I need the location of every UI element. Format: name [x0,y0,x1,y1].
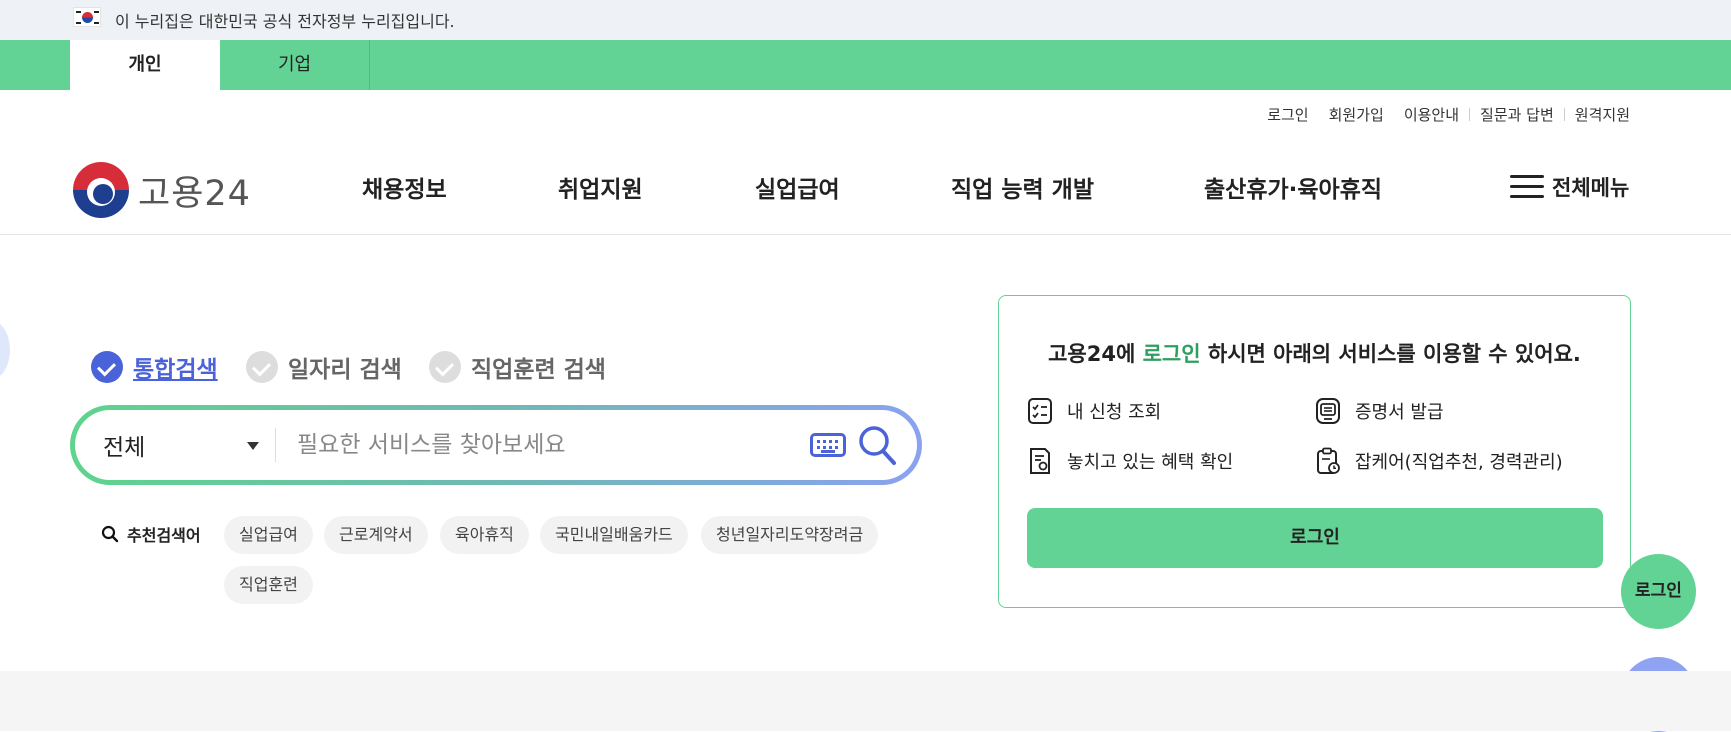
keyword-chip[interactable]: 청년일자리도약장려금 [701,516,879,554]
gnb-parental-leave[interactable]: 출산휴가·육아휴직 [1204,170,1382,204]
tab-integrated-search[interactable]: 통합검색 [91,350,218,384]
search-category-select[interactable]: 전체 [103,428,145,462]
caret-down-icon[interactable] [247,442,259,450]
header-divider [0,234,1731,235]
guide-link[interactable]: 이용안내 [1404,104,1459,125]
service-certificate[interactable]: 증명서 발급 [1315,397,1444,425]
document-search-icon [1030,448,1050,474]
login-panel-title: 고용24에 로그인 하시면 아래의 서비스를 이용할 수 있어요. [1048,342,1581,366]
divider [1563,108,1565,121]
gnb-jobs[interactable]: 채용정보 [362,170,447,204]
korea-flag-icon [73,7,101,27]
keyword-chip[interactable]: 실업급여 [224,516,313,554]
certificate-icon [1316,398,1340,424]
clipboard-clock-icon [1317,447,1340,474]
remote-support-link[interactable]: 원격지원 [1575,104,1630,125]
decorative-shape [0,320,10,380]
divider [275,428,276,462]
site-logo-text[interactable]: 고용24 [138,165,251,216]
gov-banner: 이 누리집은 대한민국 공식 전자정부 누리집입니다. [0,0,1731,40]
user-type-tabs: 개인 기업 [0,40,1731,90]
keyword-chip[interactable]: 근로계약서 [324,516,428,554]
divider [1469,108,1471,121]
search-icon[interactable] [857,423,897,467]
search-box: 전체 [70,405,922,485]
gov-banner-text: 이 누리집은 대한민국 공식 전자정부 누리집입니다. [115,12,455,31]
signup-link[interactable]: 회원가입 [1329,104,1384,125]
check-icon [246,351,278,383]
tab-job-search[interactable]: 일자리 검색 [246,350,402,384]
login-link[interactable]: 로그인 [1267,104,1308,125]
gnb-employment-support[interactable]: 취업지원 [558,170,643,204]
section-background [0,671,1731,731]
floating-login-button[interactable]: 로그인 [1621,554,1696,629]
qna-link[interactable]: 질문과 답변 [1480,104,1554,125]
login-panel: 고용24에 로그인 하시면 아래의 서비스를 이용할 수 있어요. 내 신청 조… [998,295,1631,608]
utility-links: 로그인 회원가입 이용안내 질문과 답변 원격지원 [1247,104,1630,125]
check-icon [91,351,123,383]
check-icon [429,351,461,383]
gnb-job-skills[interactable]: 직업 능력 개발 [951,170,1094,204]
gnb-unemployment-benefit[interactable]: 실업급여 [755,170,840,204]
virtual-keyboard-icon[interactable] [810,433,846,457]
service-jobcare[interactable]: 잡케어(직업추천, 경력관리) [1315,447,1563,475]
service-missed-benefits[interactable]: 놓치고 있는 혜택 확인 [1027,447,1233,475]
keyword-chip[interactable]: 육아휴직 [440,516,529,554]
keyword-chip[interactable]: 직업훈련 [224,566,313,604]
hamburger-icon [1510,175,1544,199]
tab-business[interactable]: 기업 [220,40,370,90]
all-menu-button[interactable]: 전체메뉴 [1510,172,1629,202]
service-my-applications[interactable]: 내 신청 조회 [1027,397,1161,425]
government-emblem-logo[interactable] [73,162,129,218]
keyword-chip[interactable]: 국민내일배움카드 [540,516,688,554]
checklist-icon [1028,398,1052,424]
search-input[interactable] [295,423,855,467]
tab-training-search[interactable]: 직업훈련 검색 [429,350,606,384]
login-button[interactable]: 로그인 [1027,508,1603,568]
recommended-label: 추천검색어 [101,522,201,546]
search-icon [101,525,119,543]
all-menu-label: 전체메뉴 [1552,176,1630,200]
tab-personal[interactable]: 개인 [70,40,220,90]
